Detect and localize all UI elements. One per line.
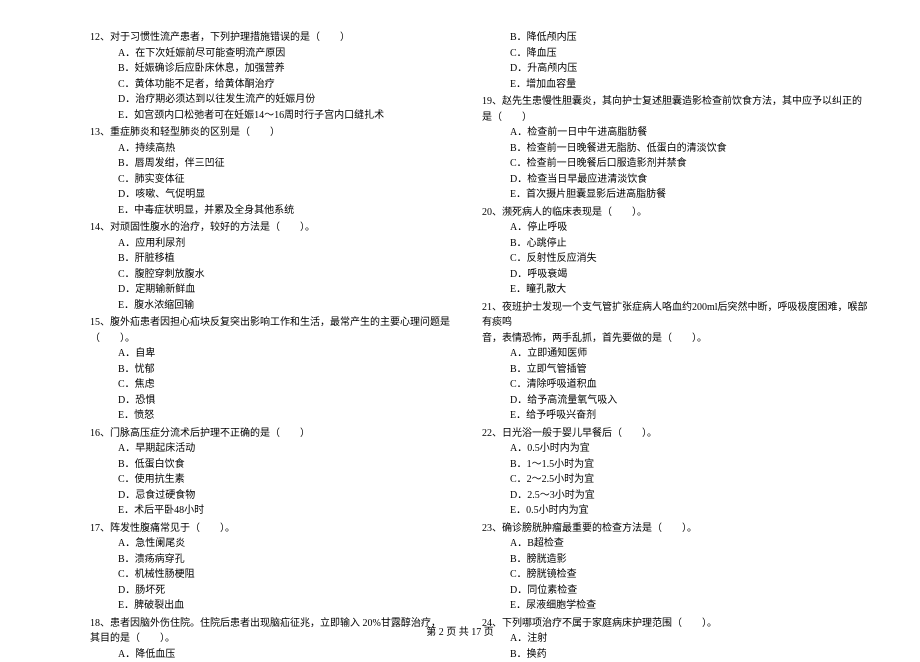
q19-opt-e: E．首次摄片胆囊显影后进高脂肪餐 bbox=[510, 187, 870, 203]
q21-stem-1: 21、夜班护士发现一个支气管扩张症病人咯血约200ml后突然中断，呼吸极度困难，… bbox=[482, 300, 870, 331]
q17-opt-e: E．脾破裂出血 bbox=[90, 598, 450, 614]
q17-opt-c: C．机械性肠梗阻 bbox=[90, 567, 450, 583]
q18-opt-b: B．降低颅内压 bbox=[510, 30, 870, 46]
q23-stem: 23、确诊膀胱肿瘤最重要的检查方法是（ ）。 bbox=[482, 521, 870, 537]
q23-opt-d: D．同位素检查 bbox=[510, 583, 870, 599]
q13-opt-c: C．肺实变体征 bbox=[90, 172, 450, 188]
q15-opt-d: D．恐惧 bbox=[90, 393, 450, 409]
q14-opt-c: C．腹腔穿刺放腹水 bbox=[90, 267, 450, 283]
q18-opt-d: D．升高颅内压 bbox=[510, 61, 870, 77]
q15-opt-e: E．愤怒 bbox=[90, 408, 450, 424]
q22-opt-e: E．0.5小时内为宜 bbox=[510, 503, 870, 519]
q13-stem: 13、重症肺炎和轻型肺炎的区别是（ ） bbox=[90, 125, 450, 141]
q22-opt-c: C．2～2.5小时为宜 bbox=[510, 472, 870, 488]
q13-opt-b: B．唇周发绀，伴三凹征 bbox=[90, 156, 450, 172]
q17-opt-b: B．溃疡病穿孔 bbox=[90, 552, 450, 568]
q13-opt-a: A．持续高热 bbox=[90, 141, 450, 157]
q12-opt-c: C．黄体功能不足者，给黄体酮治疗 bbox=[90, 77, 450, 93]
q21-opt-b: B．立即气管插管 bbox=[510, 362, 870, 378]
q12-opt-a: A．在下次妊娠前尽可能查明流产原因 bbox=[90, 46, 450, 62]
q17-stem: 17、阵发性腹痛常见于（ ）。 bbox=[90, 521, 450, 537]
q22-opt-d: D．2.5～3小时为宜 bbox=[510, 488, 870, 504]
q15-opt-a: A．自卑 bbox=[90, 346, 450, 362]
q16-stem: 16、门脉高压症分流术后护理不正确的是（ ） bbox=[90, 426, 450, 442]
exam-page: 12、对于习惯性流产患者，下列护理措施错误的是（ ） A．在下次妊娠前尽可能查明… bbox=[0, 0, 920, 662]
q23-opt-b: B．膀胱造影 bbox=[510, 552, 870, 568]
q13-opt-d: D．咳嗽、气促明显 bbox=[90, 187, 450, 203]
q15-opt-b: B．忧郁 bbox=[90, 362, 450, 378]
q21-opt-c: C．清除呼吸道积血 bbox=[510, 377, 870, 393]
q24-opt-b: B．换药 bbox=[510, 647, 870, 662]
q12-opt-e: E．如宫颈内口松弛者可在妊娠14～16周时行子宫内口缝扎术 bbox=[90, 108, 450, 124]
q20-opt-e: E．瞳孔散大 bbox=[510, 282, 870, 298]
q20-opt-c: C．反射性反应消失 bbox=[510, 251, 870, 267]
q17-opt-a: A．急性阑尾炎 bbox=[90, 536, 450, 552]
q22-stem: 22、日光浴一般于婴儿早餐后（ ）。 bbox=[482, 426, 870, 442]
q18-opt-a: A．降低血压 bbox=[90, 647, 450, 662]
q19-stem: 19、赵先生患慢性胆囊炎，其向护士复述胆囊造影检查前饮食方法，其中应予以纠正的是… bbox=[482, 94, 870, 125]
q15-opt-c: C．焦虑 bbox=[90, 377, 450, 393]
q23-opt-c: C．膀胱镜检查 bbox=[510, 567, 870, 583]
q20-opt-d: D．呼吸衰竭 bbox=[510, 267, 870, 283]
q12-opt-d: D．治疗期必须达到以往发生流产的妊娠月份 bbox=[90, 92, 450, 108]
q20-opt-b: B．心跳停止 bbox=[510, 236, 870, 252]
q20-opt-a: A．停止呼吸 bbox=[510, 220, 870, 236]
q16-opt-e: E．术后平卧48小时 bbox=[90, 503, 450, 519]
q19-opt-d: D．检查当日早最应进清淡饮食 bbox=[510, 172, 870, 188]
q21-stem-2: 音，表情恐怖，两手乱抓，首先要做的是（ ）。 bbox=[482, 331, 870, 347]
q14-opt-a: A．应用利尿剂 bbox=[90, 236, 450, 252]
q21-opt-e: E．给予呼吸兴奋剂 bbox=[510, 408, 870, 424]
q19-opt-b: B．检查前一日晚餐进无脂肪、低蛋白的清淡饮食 bbox=[510, 141, 870, 157]
q21-opt-a: A．立即通知医师 bbox=[510, 346, 870, 362]
q16-opt-d: D．忌食过硬食物 bbox=[90, 488, 450, 504]
q21-opt-d: D．给予高流量氧气吸入 bbox=[510, 393, 870, 409]
q18-opt-e: E．增加血容量 bbox=[510, 77, 870, 93]
q12-opt-b: B．妊娠确诊后应卧床休息，加强营养 bbox=[90, 61, 450, 77]
q19-opt-a: A．检查前一日中午进高脂肪餐 bbox=[510, 125, 870, 141]
q16-opt-a: A．早期起床活动 bbox=[90, 441, 450, 457]
page-footer: 第 2 页 共 17 页 bbox=[0, 623, 920, 638]
q16-opt-c: C．使用抗生素 bbox=[90, 472, 450, 488]
q17-opt-d: D．肠坏死 bbox=[90, 583, 450, 599]
q14-opt-d: D．定期输新鲜血 bbox=[90, 282, 450, 298]
q23-opt-a: A．B超检查 bbox=[510, 536, 870, 552]
q19-opt-c: C．检查前一日晚餐后口服造影剂并禁食 bbox=[510, 156, 870, 172]
q16-opt-b: B．低蛋白饮食 bbox=[90, 457, 450, 473]
q18-opt-c: C．降血压 bbox=[510, 46, 870, 62]
q14-opt-b: B．肝脏移植 bbox=[90, 251, 450, 267]
q13-opt-e: E．中毒症状明显，并累及全身其他系统 bbox=[90, 203, 450, 219]
q20-stem: 20、濒死病人的临床表现是（ ）。 bbox=[482, 205, 870, 221]
right-column: B．降低颅内压 C．降血压 D．升高颅内压 E．增加血容量 19、赵先生患慢性胆… bbox=[510, 30, 870, 662]
q22-opt-b: B．1～1.5小时为宜 bbox=[510, 457, 870, 473]
left-column: 12、对于习惯性流产患者，下列护理措施错误的是（ ） A．在下次妊娠前尽可能查明… bbox=[90, 30, 450, 662]
q22-opt-a: A．0.5小时内为宜 bbox=[510, 441, 870, 457]
q15-stem: 15、腹外疝患者因担心疝块反复突出影响工作和生活，最常产生的主要心理问题是（ ）… bbox=[90, 315, 450, 346]
q14-stem: 14、对顽固性腹水的治疗，较好的方法是（ ）。 bbox=[90, 220, 450, 236]
q12-stem: 12、对于习惯性流产患者，下列护理措施错误的是（ ） bbox=[90, 30, 450, 46]
q23-opt-e: E．尿液细胞学检查 bbox=[510, 598, 870, 614]
q14-opt-e: E．腹水浓缩回输 bbox=[90, 298, 450, 314]
